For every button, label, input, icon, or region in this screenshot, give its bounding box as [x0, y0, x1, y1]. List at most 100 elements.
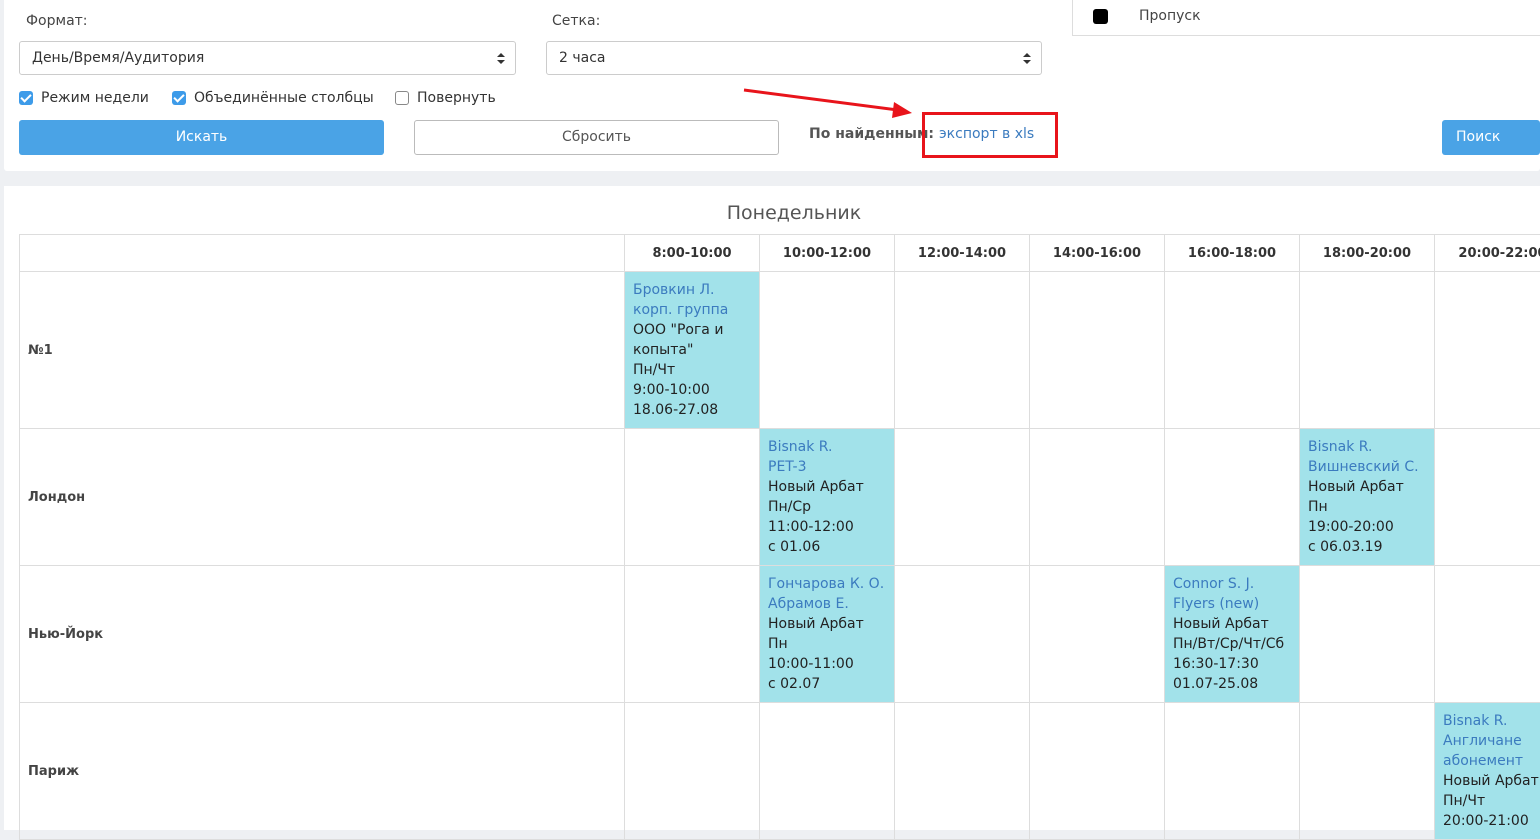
lesson-detail: Пн/Чт [1443, 791, 1540, 811]
empty-slot-cell [1030, 272, 1165, 429]
time-slot-header: 16:00-18:00 [1165, 235, 1300, 272]
checkbox-checked-icon[interactable] [19, 91, 33, 105]
checkbox-unchecked-icon[interactable] [395, 91, 409, 105]
empty-slot-cell [1300, 566, 1435, 703]
lesson-detail: 10:00-11:00 [768, 654, 886, 674]
lesson-detail: Новый Арбат [768, 614, 886, 634]
checkbox-checked-icon[interactable] [172, 91, 186, 105]
empty-slot-cell [1300, 272, 1435, 429]
time-slot-header: 8:00-10:00 [625, 235, 760, 272]
empty-slot-cell [1300, 703, 1435, 840]
table-row: №1Бровкин Л.корп. группаООО "Рога икопыт… [20, 272, 1540, 429]
room-name-cell: Лондон [20, 429, 625, 566]
grid-select-value: 2 часа [559, 50, 605, 66]
legend-panel: Пропуск [1072, 0, 1540, 36]
lesson-link[interactable]: Вишневский С. [1308, 457, 1426, 477]
lesson-detail: с 02.07 [768, 674, 886, 694]
time-slot-header: 20:00-22:00 [1435, 235, 1540, 272]
lesson-link[interactable]: Bisnak R. [768, 437, 886, 457]
rotate-label: Повернуть [417, 90, 496, 106]
table-row: ЛондонBisnak R.PET-3Новый АрбатПн/Ср11:0… [20, 429, 1540, 566]
empty-slot-cell [895, 272, 1030, 429]
lesson-link[interactable]: Connor S. J. [1173, 574, 1291, 594]
grid-select[interactable]: 2 часа [546, 41, 1042, 75]
empty-slot-cell [1030, 566, 1165, 703]
empty-slot-cell [1165, 429, 1300, 566]
room-name-cell: №1 [20, 272, 625, 429]
empty-slot-cell [1435, 566, 1540, 703]
lesson-detail: Новый Арбат [768, 477, 886, 497]
time-slot-header: 12:00-14:00 [895, 235, 1030, 272]
lesson-link[interactable]: Bisnak R. [1308, 437, 1426, 457]
lesson-cell[interactable]: Bisnak R.АнгличанеабонементНовый АрбатПн… [1435, 703, 1540, 840]
lesson-link[interactable]: PET-3 [768, 457, 886, 477]
lesson-cell[interactable]: Гончарова К. О.Абрамов Е.Новый АрбатПн10… [760, 566, 895, 703]
empty-slot-cell [625, 703, 760, 840]
lesson-link[interactable]: Гончарова К. О. [768, 574, 886, 594]
lesson-cell[interactable]: Bisnak R.PET-3Новый АрбатПн/Ср11:00-12:0… [760, 429, 895, 566]
empty-slot-cell [895, 429, 1030, 566]
room-header-cell [20, 235, 625, 272]
empty-slot-cell [760, 703, 895, 840]
lesson-detail: с 01.06 [768, 537, 886, 557]
schedule-table: 8:00-10:0010:00-12:0012:00-14:0014:00-16… [19, 234, 1540, 840]
lesson-detail: 16:30-17:30 [1173, 654, 1291, 674]
lesson-detail: Пн [768, 634, 886, 654]
empty-slot-cell [895, 566, 1030, 703]
room-name-cell: Нью-Йорк [20, 566, 625, 703]
empty-slot-cell [1435, 429, 1540, 566]
search-button[interactable]: Искать [19, 120, 384, 155]
empty-slot-cell [1165, 272, 1300, 429]
lesson-detail: Пн [1308, 497, 1426, 517]
absence-swatch [1093, 9, 1108, 24]
lesson-detail: Пн/Вт/Ср/Чт/Сб [1173, 634, 1291, 654]
annotation-arrow-icon [740, 84, 920, 124]
week-mode-checkbox[interactable]: Режим недели [19, 90, 149, 106]
lesson-detail: 20:00-21:00 [1443, 811, 1540, 831]
lesson-cell[interactable]: Bisnak R.Вишневский С.Новый АрбатПн19:00… [1300, 429, 1435, 566]
lesson-link[interactable]: Bisnak R. [1443, 711, 1540, 731]
annotation-highlight-box [922, 112, 1058, 158]
lesson-link[interactable]: Flyers (new) [1173, 594, 1291, 614]
empty-slot-cell [625, 566, 760, 703]
table-row: ПарижBisnak R.АнгличанеабонементНовый Ар… [20, 703, 1540, 840]
day-title: Понедельник [20, 202, 1540, 224]
empty-slot-cell [1435, 272, 1540, 429]
lesson-link[interactable]: Бровкин Л. [633, 280, 751, 300]
empty-slot-cell [625, 429, 760, 566]
format-label: Формат: [26, 13, 88, 29]
format-select[interactable]: День/Время/Аудитория [19, 41, 516, 75]
lesson-link[interactable]: Абрамов Е. [768, 594, 886, 614]
reset-button[interactable]: Сбросить [414, 120, 779, 155]
empty-slot-cell [1030, 429, 1165, 566]
lesson-detail: 01.07-25.08 [1173, 674, 1291, 694]
lesson-detail: Пн/Чт [633, 360, 751, 380]
table-row: Нью-Йорк Гончарова К. О.Абрамов Е.Новый А… [20, 566, 1540, 703]
rotate-checkbox[interactable]: Повернуть [395, 90, 496, 106]
lesson-detail: Новый Арбат [1443, 771, 1540, 791]
lesson-detail: 19:00-20:00 [1308, 517, 1426, 537]
merged-columns-label: Объединённые столбцы [194, 90, 374, 106]
empty-slot-cell [895, 703, 1030, 840]
empty-slot-cell [1165, 703, 1300, 840]
select-caret-icon [497, 53, 505, 65]
lesson-link[interactable]: абонемент [1443, 751, 1540, 771]
lesson-link[interactable]: корп. группа [633, 300, 751, 320]
lesson-link[interactable]: Англичане [1443, 731, 1540, 751]
lesson-detail: Новый Арбат [1308, 477, 1426, 497]
lesson-detail: 9:00-10:00 [633, 380, 751, 400]
time-slot-header: 18:00-20:00 [1300, 235, 1435, 272]
format-select-value: День/Время/Аудитория [32, 50, 204, 66]
merged-columns-checkbox[interactable]: Объединённые столбцы [172, 90, 374, 106]
lesson-detail: 11:00-12:00 [768, 517, 886, 537]
legend-item-label: Пропуск [1139, 8, 1201, 24]
lesson-detail: ООО "Рога и [633, 320, 751, 340]
busy-search-button[interactable]: Поиск заняті [1442, 120, 1540, 155]
time-header-row: 8:00-10:0010:00-12:0012:00-14:0014:00-16… [20, 235, 1540, 272]
lesson-cell[interactable]: Бровкин Л.корп. группаООО "Рога икопыта"… [625, 272, 760, 429]
empty-slot-cell [1030, 703, 1165, 840]
lesson-detail: Пн/Ср [768, 497, 886, 517]
time-slot-header: 14:00-16:00 [1030, 235, 1165, 272]
lesson-detail: копыта" [633, 340, 751, 360]
lesson-cell[interactable]: Connor S. J.Flyers (new)Новый АрбатПн/Вт… [1165, 566, 1300, 703]
